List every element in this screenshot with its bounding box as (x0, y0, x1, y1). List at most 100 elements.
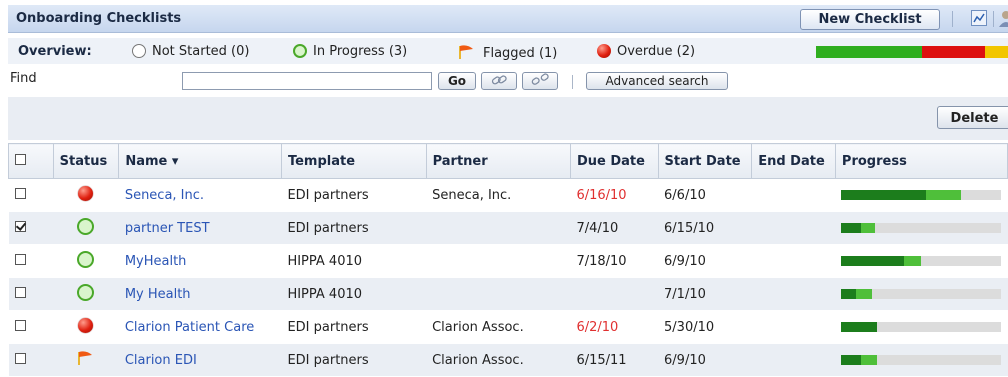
column-header-name[interactable]: Name ▾ (118, 143, 282, 179)
name-cell[interactable]: Seneca, Inc. (118, 178, 282, 212)
filter-flagged-label: Flagged (1) (483, 46, 558, 61)
row-select-cell[interactable] (8, 343, 54, 377)
title-bar: Onboarding Checklists New Checklist (8, 5, 1008, 33)
table-row[interactable]: partner TEST EDI partners 7/4/10 6/15/10 (8, 211, 1008, 245)
progress-fill-complete (841, 289, 856, 299)
name-cell[interactable]: partner TEST (118, 211, 282, 245)
row-select-cell[interactable] (8, 277, 54, 311)
column-header-partner[interactable]: Partner (425, 143, 571, 179)
column-header-template[interactable]: Template (280, 143, 427, 179)
select-all-header[interactable] (8, 143, 54, 179)
advanced-search-button[interactable]: Advanced search (586, 72, 728, 90)
template-cell: EDI partners (281, 343, 427, 377)
due-date-cell: 6/16/10 (570, 178, 659, 212)
name-cell[interactable]: My Health (118, 277, 282, 311)
filter-in-progress-label: In Progress (3) (313, 44, 408, 59)
find-input[interactable] (182, 72, 432, 90)
status-cell (53, 244, 119, 278)
due-date-cell (570, 277, 659, 311)
select-all-checkbox[interactable] (15, 153, 26, 165)
end-date-cell (751, 244, 836, 278)
progress-bar (841, 322, 1002, 332)
column-header-status[interactable]: Status (52, 143, 120, 179)
link-icon (490, 75, 508, 90)
flag-icon (457, 44, 477, 64)
partner-cell (426, 211, 571, 245)
row-select-cell[interactable] (8, 244, 54, 278)
end-date-cell (751, 211, 836, 245)
status-cell (53, 178, 119, 212)
name-cell[interactable]: Clarion EDI (118, 343, 282, 377)
filter-flagged[interactable]: Flagged (1) (457, 44, 557, 64)
checklist-name-link[interactable]: partner TEST (125, 221, 210, 236)
table-row[interactable]: MyHealth HIPPA 4010 7/18/10 6/9/10 (8, 244, 1008, 278)
go-button[interactable]: Go (438, 72, 476, 90)
table-row[interactable]: My Health HIPPA 4010 7/1/10 (8, 277, 1008, 311)
grid-toolbar (8, 97, 1008, 140)
find-divider (572, 75, 573, 89)
progress-fill-complete (841, 223, 861, 233)
row-checkbox[interactable] (14, 352, 26, 364)
row-select-cell[interactable] (8, 178, 54, 212)
filter-not-started[interactable]: Not Started (0) (132, 44, 249, 59)
template-cell: HIPPA 4010 (281, 244, 427, 278)
start-date-cell: 6/6/10 (658, 178, 752, 212)
flag-status-icon (76, 351, 96, 370)
status-cell (53, 343, 119, 377)
name-cell[interactable]: MyHealth (118, 244, 282, 278)
status-cell (53, 310, 119, 344)
row-select-cell[interactable] (8, 211, 54, 245)
progress-bar (841, 190, 1002, 200)
status-bar-overdue (921, 46, 985, 58)
link-button[interactable] (481, 72, 517, 90)
row-checkbox[interactable] (14, 187, 26, 199)
partner-cell (426, 277, 571, 311)
start-date-cell: 6/9/10 (658, 244, 752, 278)
checklist-name-link[interactable]: MyHealth (125, 254, 187, 269)
end-date-cell (751, 343, 836, 377)
table-row[interactable]: Seneca, Inc. EDI partners Seneca, Inc. 6/16… (8, 178, 1008, 212)
checklist-name-link[interactable]: My Health (125, 287, 191, 302)
table-row[interactable]: Clarion EDI EDI partners Clarion Assoc. 6/1… (8, 343, 1008, 377)
chart-icon[interactable] (971, 10, 987, 26)
in-progress-status-icon (77, 283, 95, 301)
partner-cell (426, 244, 571, 278)
find-label: Find (10, 71, 37, 86)
column-header-due-date[interactable]: Due Date (569, 143, 659, 179)
status-cell (53, 277, 119, 311)
start-date-cell: 5/30/10 (658, 310, 752, 344)
in-progress-status-icon (77, 217, 95, 235)
in-progress-status-icon (77, 250, 95, 268)
due-date-cell: 6/2/10 (570, 310, 659, 344)
overdue-status-icon (78, 317, 94, 333)
row-checkbox[interactable] (14, 319, 26, 331)
filter-in-progress[interactable]: In Progress (3) (293, 44, 407, 59)
filter-overdue[interactable]: Overdue (2) (597, 44, 695, 59)
row-checkbox[interactable] (14, 286, 26, 298)
row-checkbox[interactable] (14, 253, 26, 265)
due-date-cell: 6/15/11 (570, 343, 659, 377)
row-select-cell[interactable] (8, 310, 54, 344)
person-icon[interactable] (998, 10, 1008, 28)
table-header-row: Status Name ▾ Template Partner Due Date … (8, 143, 1008, 179)
column-header-end-date[interactable]: End Date (751, 143, 836, 179)
new-checklist-button[interactable]: New Checklist (800, 9, 940, 30)
progress-bar (841, 355, 1002, 365)
status-cell (53, 211, 119, 245)
progress-fill-complete (841, 355, 861, 365)
checklist-name-link[interactable]: Clarion Patient Care (125, 320, 254, 335)
start-date-cell: 7/1/10 (658, 277, 752, 311)
checklist-name-link[interactable]: Clarion EDI (125, 353, 197, 368)
column-header-progress[interactable]: Progress (834, 143, 1008, 179)
unlink-button[interactable] (522, 72, 558, 90)
template-cell: EDI partners (281, 178, 427, 212)
checklist-name-link[interactable]: Seneca, Inc. (125, 188, 204, 203)
table-row[interactable]: Clarion Patient Care EDI partners Clarion … (8, 310, 1008, 344)
name-cell[interactable]: Clarion Patient Care (118, 310, 282, 344)
column-header-start-date[interactable]: Start Date (657, 143, 753, 179)
delete-button[interactable]: Delete (937, 106, 1008, 129)
start-date-cell: 6/15/10 (658, 211, 752, 245)
row-checkbox[interactable] (14, 220, 26, 232)
partner-cell: Clarion Assoc. (426, 343, 571, 377)
start-date-cell: 6/9/10 (658, 343, 752, 377)
